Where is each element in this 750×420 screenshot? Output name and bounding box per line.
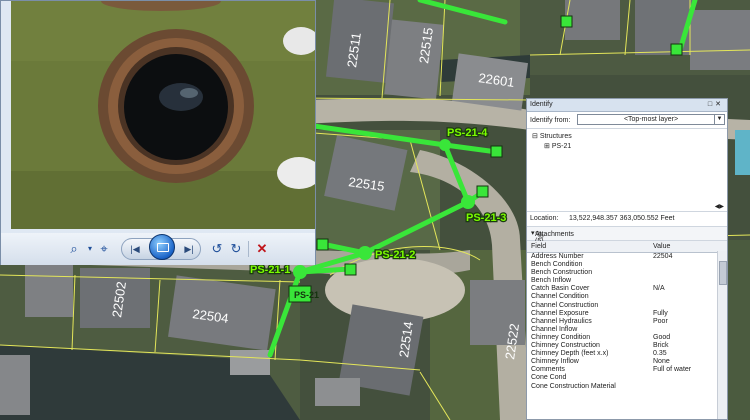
field-name: Channel Condition xyxy=(531,293,589,301)
field-name: Channel Hydraulics xyxy=(531,317,592,325)
slideshow-icon[interactable] xyxy=(149,234,175,260)
table-row[interactable]: Chimney Depth (feet x.x) 0.35 xyxy=(527,350,727,358)
table-row[interactable]: Comments Full of water xyxy=(527,366,727,374)
table-row[interactable]: Address Number 22504 xyxy=(527,253,727,261)
field-name: Address Number xyxy=(531,253,584,260)
table-row[interactable]: Chimney Construction Brick xyxy=(527,342,727,350)
structure-label: PS-21-4 xyxy=(447,127,488,139)
tree-node-ps-21[interactable]: ⊞ PS-21 xyxy=(544,142,571,150)
field-value: Full of water xyxy=(653,366,692,374)
delete-icon[interactable]: ✕ xyxy=(251,239,273,259)
viewer-toolbar: ⌕ ▾ ⌖ |◀ ▶| ↺ ↻ ✕ xyxy=(1,233,315,265)
next-icon[interactable]: ▶| xyxy=(180,241,198,257)
field-name: Chimney Depth (feet x.x) xyxy=(531,350,609,358)
field-value: Poor xyxy=(653,317,668,325)
identify-from-select[interactable]: <Top-most layer> ▼ xyxy=(577,114,725,125)
field-name: Bench Condition xyxy=(531,261,583,269)
table-row[interactable]: Channel Condition xyxy=(527,293,727,301)
field-name: Comments xyxy=(531,366,565,374)
table-row[interactable]: Channel Construction xyxy=(527,302,727,310)
field-name: Bench Construction xyxy=(531,269,593,277)
table-row[interactable]: Bench Construction xyxy=(527,269,727,277)
structure-label: PS-21-2 xyxy=(375,249,415,261)
field-name: Chimney Inflow xyxy=(531,358,579,366)
location-label: Location: xyxy=(530,215,559,222)
fit-icon[interactable]: ⌖ xyxy=(93,239,115,259)
column-field: Field xyxy=(531,243,547,250)
field-value: N/A xyxy=(653,285,665,293)
structure-label: PS-21-1 xyxy=(250,264,290,276)
field-name: Chimney Construction xyxy=(531,342,600,350)
identify-title: Identify xyxy=(530,101,553,108)
identify-panel: Identify □✕ Identify from: <Top-most lay… xyxy=(526,98,728,420)
tree-node-label: Structures xyxy=(539,133,572,140)
tree-node-label: PS-21 xyxy=(551,143,572,150)
table-row[interactable]: Channel Exposure Fully xyxy=(527,310,727,318)
field-name: Channel Construction xyxy=(531,301,599,309)
field-value: 22504 xyxy=(653,253,673,260)
field-name: Cone Cond xyxy=(531,374,567,382)
fields-scrollbar[interactable] xyxy=(717,251,727,419)
table-row[interactable]: Bench Condition xyxy=(527,261,727,269)
field-name: Channel Exposure xyxy=(531,309,589,317)
table-row[interactable]: Channel Hydraulics Poor xyxy=(527,318,727,326)
manhole-photo xyxy=(11,1,315,229)
fields-header: Field Value xyxy=(527,241,727,253)
tree-scroll-icon[interactable]: ◀▶ xyxy=(715,203,724,210)
identify-titlebar: Identify □✕ xyxy=(527,99,727,112)
close-icon[interactable]: ✕ xyxy=(715,101,724,108)
field-name: Channel Inflow xyxy=(531,325,578,333)
rotate-cw-icon[interactable]: ↻ xyxy=(225,239,247,259)
table-row[interactable]: Cone Cond xyxy=(527,374,727,382)
column-value: Value xyxy=(653,243,671,250)
table-row[interactable]: Chimney Inflow None xyxy=(527,358,727,366)
field-value: Brick xyxy=(653,342,669,350)
tree-node-structures[interactable]: ⊟ Structures xyxy=(532,132,572,140)
photo-viewer-window[interactable]: ⌕ ▾ ⌖ |◀ ▶| ↺ ↻ ✕ xyxy=(0,0,316,265)
location-value: 13,522,948.357 363,050.552 Feet xyxy=(569,215,675,222)
field-value: Good xyxy=(653,333,671,341)
results-tree: ⊟ Structures ⊞ PS-21 ◀▶ xyxy=(527,128,727,212)
table-row[interactable]: Catch Basin Cover N/A xyxy=(527,285,727,293)
field-name: Cone Construction Material xyxy=(531,382,616,390)
table-row[interactable]: Chimney Condition Good xyxy=(527,334,727,342)
attachments-row[interactable]: 📎︎ ▾ Attachments (5) xyxy=(527,227,727,245)
fields-table: Address Number 22504 Bench Condition Bench … xyxy=(527,253,727,391)
structure-label: PS-21 xyxy=(294,290,319,300)
field-value: 0.35 xyxy=(653,350,667,358)
field-value: Fully xyxy=(653,309,668,317)
previous-icon[interactable]: |◀ xyxy=(126,241,144,257)
identify-from-label: Identify from: xyxy=(530,117,571,124)
field-value: None xyxy=(653,358,670,366)
identify-from-value: <Top-most layer> xyxy=(623,116,679,123)
field-name: Chimney Condition xyxy=(531,333,591,341)
table-row[interactable]: Cone Construction Material xyxy=(527,383,727,391)
field-name: Catch Basin Cover xyxy=(531,285,590,293)
chevron-down-icon[interactable]: ▼ xyxy=(714,115,724,124)
table-row[interactable]: Channel Inflow xyxy=(527,326,727,334)
field-name: Bench Inflow xyxy=(531,277,572,285)
table-row[interactable]: Bench Inflow xyxy=(527,277,727,285)
structure-label: PS-21-3 xyxy=(466,212,506,224)
